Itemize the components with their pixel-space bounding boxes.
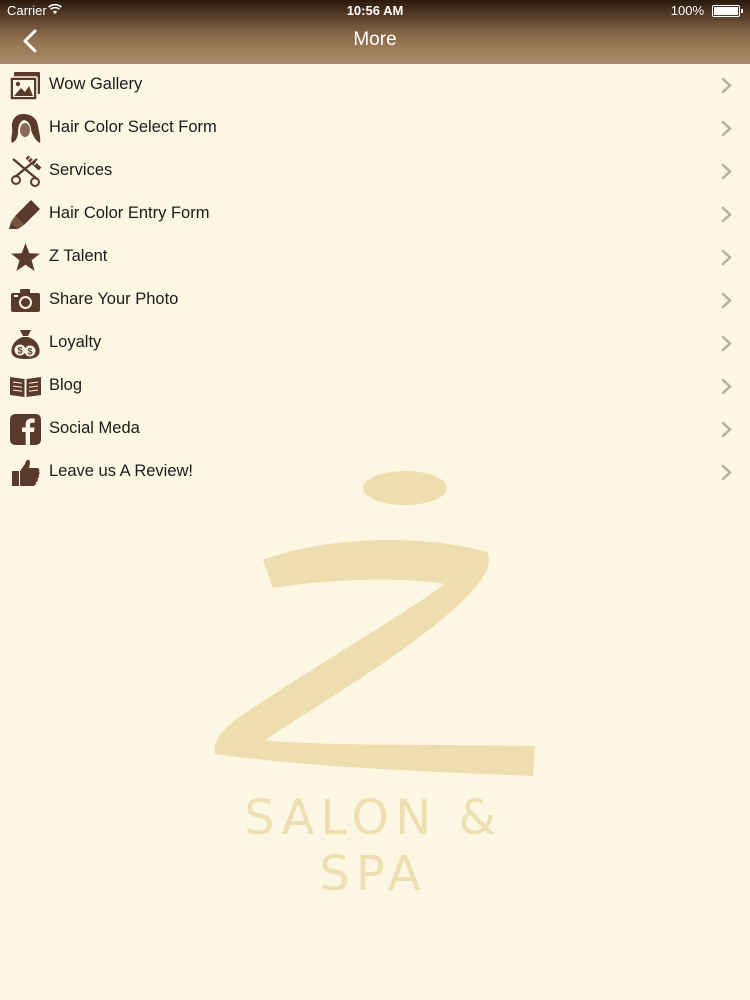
menu-item-z-talent[interactable]: Z Talent [0, 236, 750, 279]
menu-item-hair-color-entry-form[interactable]: Hair Color Entry Form [0, 193, 750, 236]
watermark-text: SALON & SPA [244, 790, 502, 902]
color-bottle-icon [9, 198, 42, 231]
menu-item-wow-gallery[interactable]: Wow Gallery [0, 64, 750, 107]
menu-item-label: Z Talent [49, 247, 108, 265]
chevron-right-icon [721, 120, 733, 137]
gallery-icon [9, 69, 42, 102]
menu-item-label: Loyalty [49, 333, 102, 351]
menu-item-label: Leave us A Review! [49, 462, 194, 480]
menu-item-label: Services [49, 161, 113, 179]
menu-item-label: Hair Color Select Form [49, 118, 217, 136]
chevron-right-icon [721, 378, 733, 395]
chevron-right-icon [721, 292, 733, 309]
open-book-icon [9, 370, 42, 403]
menu-item-label: Social Meda [49, 419, 140, 437]
svg-text:$: $ [27, 347, 32, 357]
chevron-right-icon [721, 335, 733, 352]
menu-item-hair-color-select-form[interactable]: Hair Color Select Form [0, 107, 750, 150]
battery-percent: 100% [670, 3, 704, 18]
navigation-bar: Carrier 10:56 AM 100% More [0, 0, 750, 64]
thumbs-up-icon [9, 456, 42, 489]
menu-item-label: Hair Color Entry Form [49, 204, 210, 222]
camera-icon [9, 284, 42, 317]
chevron-right-icon [721, 464, 733, 481]
salon-logo-watermark: SALON & SPA [195, 460, 555, 902]
menu-item-share-your-photo[interactable]: Share Your Photo [0, 279, 750, 322]
menu-item-loyalty[interactable]: $ $ Loyalty [0, 322, 750, 365]
money-bag-icon: $ $ [9, 327, 42, 360]
facebook-icon [9, 413, 42, 446]
menu-item-social-media[interactable]: Social Meda [0, 408, 750, 451]
status-bar: Carrier 10:56 AM 100% [0, 0, 750, 20]
page-title: More [353, 29, 397, 50]
menu-item-label: Blog [49, 376, 83, 394]
scissors-comb-icon [9, 155, 42, 188]
battery-icon [712, 5, 743, 17]
menu-item-label: Share Your Photo [49, 290, 179, 308]
chevron-right-icon [721, 77, 733, 94]
status-time: 10:56 AM [346, 3, 404, 18]
svg-text:$: $ [17, 346, 22, 356]
more-menu-list: Wow Gallery Hair Color Select Form Servi… [0, 64, 750, 494]
star-icon [9, 241, 42, 274]
hair-icon [9, 112, 42, 145]
menu-item-label: Wow Gallery [49, 75, 143, 93]
chevron-right-icon [721, 421, 733, 438]
chevron-right-icon [721, 206, 733, 223]
menu-item-services[interactable]: Services [0, 150, 750, 193]
chevron-right-icon [721, 163, 733, 180]
menu-item-blog[interactable]: Blog [0, 365, 750, 408]
chevron-right-icon [721, 249, 733, 266]
